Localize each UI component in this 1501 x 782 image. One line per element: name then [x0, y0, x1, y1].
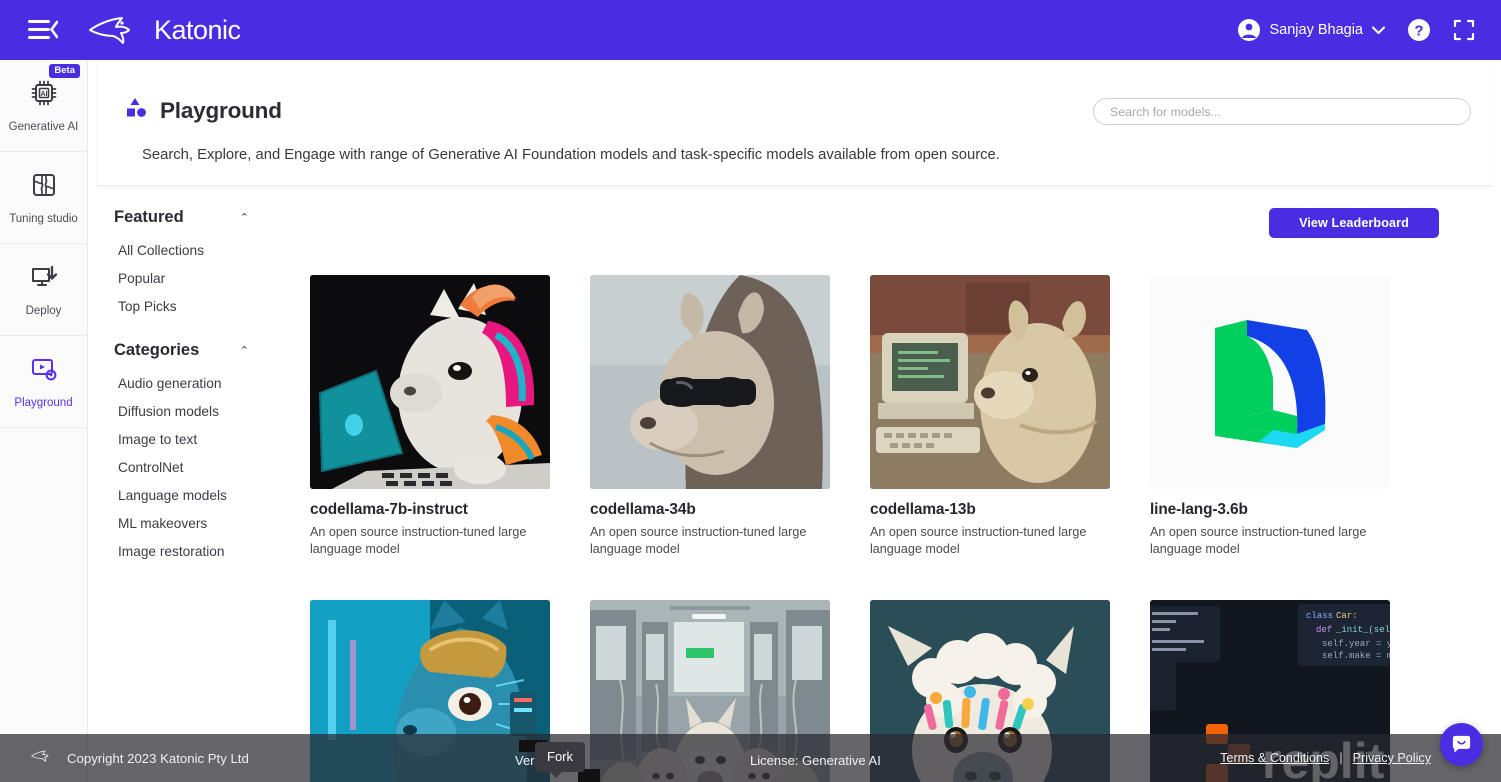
filter-item-audio-generation[interactable]: Audio generation — [104, 370, 309, 398]
svg-text:?: ? — [1414, 23, 1423, 40]
model-description: An open source instruction-tuned large l… — [1150, 525, 1367, 557]
llama-retro-computer-illustration — [870, 275, 1110, 489]
playground-page: Katonic Sanjay Bhagia ? Beta AI Generati… — [0, 0, 1501, 782]
filter-item-all-collections[interactable]: All Collections — [104, 237, 309, 265]
help-circle-icon[interactable]: ? — [1407, 18, 1431, 42]
fullscreen-icon[interactable] — [1453, 19, 1475, 41]
filter-group-label: Featured — [114, 208, 184, 226]
chevron-up-icon: ⌃ — [239, 345, 249, 357]
sidebar-item-generative-ai[interactable]: Beta AI Generative AI — [0, 60, 87, 152]
svg-text:Car:: Car: — [1336, 611, 1358, 621]
filter-sidebar: Featured ⌃ All Collections Popular Top P… — [104, 208, 309, 586]
fullscreen-glyph — [1453, 19, 1475, 41]
filter-item-image-to-text[interactable]: Image to text — [104, 426, 309, 454]
model-card[interactable]: codellama-13b An open source instruction… — [870, 275, 1110, 559]
model-name: line-lang-3.6b — [1150, 501, 1248, 518]
brand-name: Katonic — [154, 14, 241, 45]
beta-badge: Beta — [49, 64, 80, 78]
monitor-download-icon — [29, 262, 59, 297]
model-card[interactable]: codellama-34b An open source instruction… — [590, 275, 830, 559]
view-leaderboard-button[interactable]: View Leaderboard — [1269, 208, 1439, 238]
svg-text:_init_(self,: _init_(self, — [1335, 625, 1390, 635]
chevron-up-icon: ⌃ — [239, 212, 249, 224]
filter-item-top-picks[interactable]: Top Picks — [104, 293, 309, 321]
model-thumbnail — [1150, 275, 1390, 489]
model-description: An open source instruction-tuned large l… — [310, 525, 527, 557]
page-subtitle: Search, Explore, and Engage with range o… — [142, 147, 1000, 163]
sidebar-item-deploy[interactable]: Deploy — [0, 244, 87, 336]
main-content: Playground Search, Explore, and Engage w… — [88, 60, 1501, 782]
sidebar-item-playground[interactable]: Playground — [0, 336, 87, 428]
filter-item-popular[interactable]: Popular — [104, 265, 309, 293]
filter-group-label: Categories — [114, 341, 200, 359]
privacy-link[interactable]: Privacy Policy — [1353, 751, 1431, 765]
chevron-down-icon — [1372, 26, 1385, 34]
model-grid: codellama-7b-instruct An open source ins… — [310, 238, 1495, 782]
page-title: Playground — [160, 97, 282, 123]
svg-text:class: class — [1306, 611, 1333, 621]
model-grid-area: View Leaderboard codellama-7b-instruct A… — [310, 208, 1495, 782]
chat-bubble-icon[interactable] — [1440, 723, 1483, 766]
llama-sunglasses-illustration — [590, 275, 830, 489]
sidebar-item-tuning-studio[interactable]: Tuning studio — [0, 152, 87, 244]
model-card[interactable]: codellama-7b-instruct An open source ins… — [310, 275, 550, 559]
model-name: codellama-7b-instruct — [310, 501, 468, 518]
license-label: License: Generative AI — [750, 753, 881, 768]
filter-item-controlnet[interactable]: ControlNet — [104, 454, 309, 482]
search-input[interactable] — [1093, 98, 1471, 125]
footer-separator: | — [1339, 751, 1343, 765]
model-thumbnail — [310, 275, 550, 489]
hamburger-collapse-glyph — [28, 20, 58, 39]
svg-text:AI: AI — [40, 91, 47, 98]
header-actions: Sanjay Bhagia ? — [1238, 18, 1501, 42]
hamburger-collapse-icon[interactable] — [0, 0, 86, 60]
svg-text:self.year = yea: self.year = yea — [1322, 639, 1390, 649]
fork-tooltip: Fork — [535, 742, 585, 778]
filter-group-categories: Categories ⌃ Audio generation Diffusion … — [104, 341, 309, 566]
puzzle-icon — [29, 170, 59, 205]
user-name: Sanjay Bhagia — [1269, 22, 1363, 38]
model-thumbnail — [590, 275, 830, 489]
model-thumbnail — [870, 275, 1110, 489]
model-description: An open source instruction-tuned large l… — [870, 525, 1087, 557]
line-lang-logo-icon — [1215, 320, 1326, 448]
svg-text:self.make = mak: self.make = mak — [1322, 651, 1390, 661]
avatar-icon — [1238, 19, 1261, 41]
sidebar-item-label: Deploy — [25, 305, 62, 317]
search-wrapper — [1093, 98, 1471, 125]
model-description: An open source instruction-tuned large l… — [590, 525, 807, 557]
filter-item-ml-makeovers[interactable]: ML makeovers — [104, 510, 309, 538]
model-card[interactable]: line-lang-3.6b An open source instructio… — [1150, 275, 1390, 559]
filter-item-language-models[interactable]: Language models — [104, 482, 309, 510]
user-menu[interactable]: Sanjay Bhagia — [1238, 19, 1385, 41]
model-name: codellama-13b — [870, 501, 976, 518]
video-settings-icon — [29, 354, 59, 389]
kangaroo-icon — [89, 17, 130, 44]
footer-left: Copyright 2023 Katonic Pty Ltd — [0, 747, 249, 770]
terms-link[interactable]: Terms & Conditions — [1220, 751, 1329, 765]
llama-laptop-illustration — [310, 275, 550, 489]
shapes-icon — [124, 96, 148, 125]
help-circle-glyph: ? — [1408, 19, 1430, 41]
page-header: Playground Search, Explore, and Engage w… — [97, 60, 1493, 186]
filter-group-categories-toggle[interactable]: Categories ⌃ — [104, 341, 249, 370]
sidebar-item-label: Tuning studio — [9, 213, 78, 225]
filter-group-featured-toggle[interactable]: Featured ⌃ — [104, 208, 249, 237]
sidebar-item-label: Playground — [14, 397, 73, 409]
model-name: codellama-34b — [590, 501, 696, 518]
top-header: Katonic Sanjay Bhagia ? — [0, 0, 1501, 60]
footer-copyright: Copyright 2023 Katonic Pty Ltd — [67, 750, 249, 766]
filter-item-image-restoration[interactable]: Image restoration — [104, 538, 309, 566]
svg-text:def: def — [1316, 625, 1332, 635]
left-rail: Beta AI Generative AI Tuning studio Depl… — [0, 60, 88, 782]
brand-logo[interactable]: Katonic — [86, 15, 241, 46]
kangaroo-icon — [30, 747, 56, 770]
chip-ai-icon: AI — [29, 78, 59, 113]
leaderboard-row: View Leaderboard — [310, 208, 1495, 238]
chat-bubble-glyph — [1452, 735, 1471, 753]
filter-item-diffusion-models[interactable]: Diffusion models — [104, 398, 309, 426]
filter-group-featured: Featured ⌃ All Collections Popular Top P… — [104, 208, 309, 321]
sidebar-item-label: Generative AI — [8, 121, 79, 133]
